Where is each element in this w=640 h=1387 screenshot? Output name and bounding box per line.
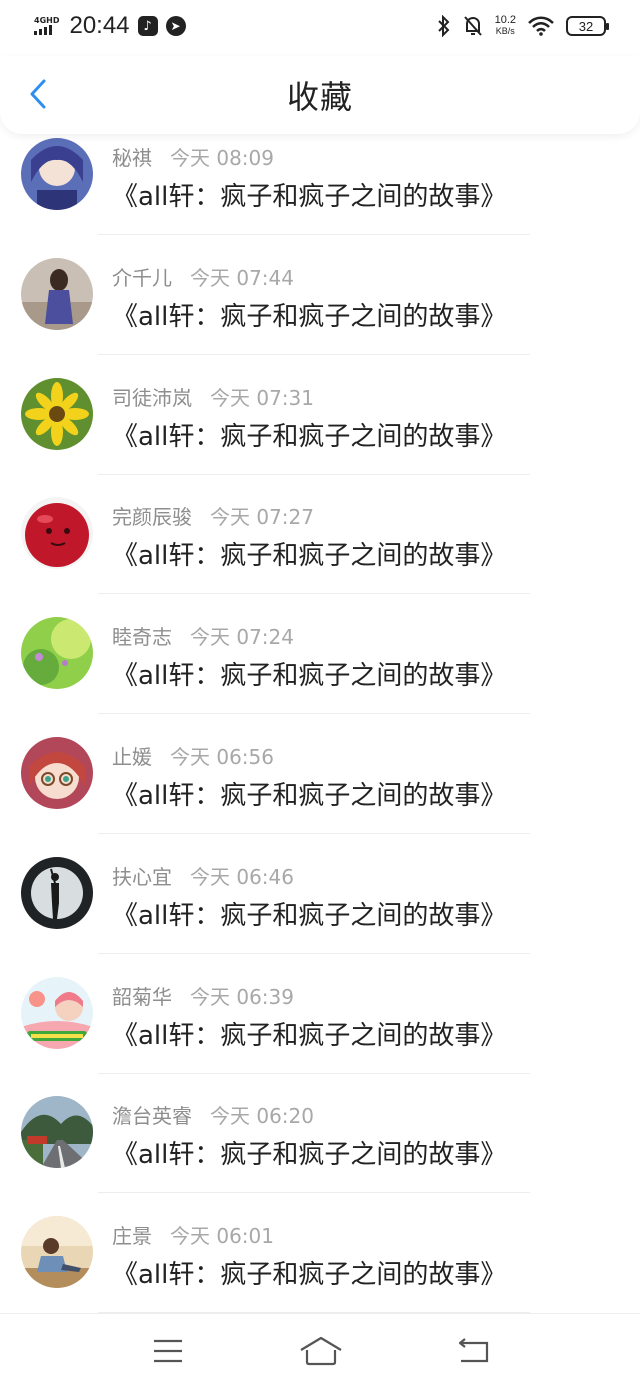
system-nav-bar [0, 1313, 640, 1387]
list-item[interactable]: 完颜辰骏 今天 07:27 《all轩：疯子和疯子之间的故事》 [0, 495, 640, 615]
item-meta: 睦奇志 今天 07:24 [112, 621, 294, 650]
item-time: 今天 07:31 [210, 385, 314, 410]
avatar[interactable] [21, 736, 93, 809]
tiktok-icon: ♪ [137, 16, 158, 36]
clock: 20:44 [69, 12, 130, 39]
avatar[interactable] [21, 1096, 93, 1169]
item-title: 《all轩：疯子和疯子之间的故事》 [112, 421, 507, 452]
page-title: 收藏 [286, 78, 353, 116]
list-item[interactable]: 扶心宜 今天 06:46 《all轩：疯子和疯子之间的故事》 [0, 855, 640, 975]
avatar[interactable] [21, 976, 93, 1049]
user-name: 介千儿 [112, 265, 172, 290]
back-button[interactable] [18, 74, 58, 114]
back-nav-button[interactable] [452, 1334, 496, 1368]
signal-icon: 4GHD [34, 17, 59, 35]
divider [98, 234, 530, 235]
divider [98, 593, 530, 595]
list-item[interactable]: 韶菊华 今天 06:39 《all轩：疯子和疯子之间的故事》 [0, 975, 640, 1095]
item-meta: 扶心宜 今天 06:46 [112, 861, 294, 890]
mute-bell-icon [463, 16, 482, 36]
item-time: 今天 07:44 [190, 265, 294, 290]
favorites-list: 秘祺 今天 08:09 《all轩：疯子和疯子之间的故事》 介千儿 今天 07:44… [0, 136, 640, 1334]
avatar[interactable] [21, 497, 93, 570]
divider [98, 713, 530, 715]
avatar[interactable] [21, 856, 93, 929]
item-meta: 庄景 今天 06:01 [112, 1220, 274, 1249]
user-name: 韶菊华 [112, 984, 172, 1009]
item-meta: 止媛 今天 06:56 [112, 741, 274, 770]
item-title: 《all轩：疯子和疯子之间的故事》 [112, 182, 507, 212]
status-bar: 4GHD 20:44 ♪ ➤ 10.2 KB/s 32 [0, 0, 640, 52]
item-time: 今天 07:24 [190, 625, 294, 650]
net-speed-value: 10.2 [494, 14, 516, 26]
divider [98, 353, 530, 355]
bluetooth-icon [437, 15, 449, 37]
item-title: 《all轩：疯子和疯子之间的故事》 [112, 301, 507, 332]
divider [98, 1192, 530, 1194]
list-item[interactable]: 睦奇志 今天 07:24 《all轩：疯子和疯子之间的故事》 [0, 615, 640, 735]
menu-button[interactable] [146, 1334, 190, 1368]
item-meta: 秘祺 今天 08:09 [112, 142, 274, 171]
item-meta: 司徒沛岚 今天 07:31 [112, 382, 314, 411]
item-meta: 澹台英睿 今天 06:20 [112, 1100, 314, 1129]
wifi-icon [528, 16, 554, 36]
user-name: 止媛 [112, 744, 152, 769]
navigation-app-icon: ➤ [165, 16, 186, 36]
list-item[interactable]: 司徒沛岚 今天 07:31 《all轩：疯子和疯子之间的故事》 [0, 376, 640, 496]
app-header: 收藏 [0, 56, 640, 134]
avatar[interactable] [21, 377, 93, 450]
list-item[interactable]: 秘祺 今天 08:09 《all轩：疯子和疯子之间的故事》 [0, 136, 640, 256]
list-item[interactable]: 止媛 今天 06:56 《all轩：疯子和疯子之间的故事》 [0, 735, 640, 855]
item-time: 今天 06:46 [190, 864, 294, 889]
item-title: 《all轩：疯子和疯子之间的故事》 [112, 541, 507, 572]
user-name: 扶心宜 [112, 864, 172, 889]
battery-icon: 32 [566, 16, 609, 36]
item-time: 今天 08:09 [170, 146, 274, 170]
item-title: 《all轩：疯子和疯子之间的故事》 [112, 1020, 507, 1051]
avatar[interactable] [21, 138, 93, 210]
net-speed: 10.2 KB/s [495, 15, 516, 37]
avatar[interactable] [21, 257, 93, 330]
item-title: 《all轩：疯子和疯子之间的故事》 [112, 661, 507, 692]
user-name: 司徒沛岚 [112, 385, 192, 410]
item-title: 《all轩：疯子和疯子之间的故事》 [112, 1140, 507, 1171]
divider [98, 1072, 530, 1074]
user-name: 秘祺 [112, 146, 152, 170]
item-meta: 完颜辰骏 今天 07:27 [112, 501, 314, 530]
chevron-left-icon [30, 79, 46, 109]
item-title: 《all轩：疯子和疯子之间的故事》 [112, 1260, 507, 1291]
item-time: 今天 06:56 [170, 744, 274, 769]
item-title: 《all轩：疯子和疯子之间的故事》 [112, 780, 507, 811]
item-time: 今天 06:39 [190, 984, 294, 1009]
home-button[interactable] [299, 1334, 343, 1368]
divider [98, 473, 530, 475]
divider [98, 832, 530, 834]
divider [98, 952, 530, 954]
list-item[interactable]: 澹台英睿 今天 06:20 《all轩：疯子和疯子之间的故事》 [0, 1094, 640, 1214]
menu-icon [154, 1339, 182, 1362]
item-meta: 韶菊华 今天 06:39 [112, 981, 294, 1010]
home-icon [300, 1336, 342, 1365]
user-name: 完颜辰骏 [112, 505, 192, 530]
list-item[interactable]: 介千儿 今天 07:44 《all轩：疯子和疯子之间的故事》 [0, 256, 640, 376]
item-meta: 介千儿 今天 07:44 [112, 262, 294, 291]
user-name: 澹台英睿 [112, 1104, 192, 1129]
item-time: 今天 07:27 [210, 505, 314, 530]
avatar[interactable] [21, 1216, 93, 1289]
battery-level: 32 [578, 18, 594, 34]
favorites-screen: 4GHD 20:44 ♪ ➤ 10.2 KB/s 32 收藏 秘祺 今天 08:… [0, 0, 640, 1387]
item-title: 《all轩：疯子和疯子之间的故事》 [112, 900, 507, 931]
item-time: 今天 06:20 [210, 1104, 314, 1129]
net-speed-unit: KB/s [495, 26, 515, 36]
network-type: 4GHD [34, 16, 60, 25]
back-arrow-icon [458, 1337, 489, 1362]
user-name: 庄景 [112, 1224, 152, 1249]
avatar[interactable] [21, 617, 93, 690]
user-name: 睦奇志 [112, 625, 172, 650]
item-time: 今天 06:01 [170, 1224, 274, 1249]
